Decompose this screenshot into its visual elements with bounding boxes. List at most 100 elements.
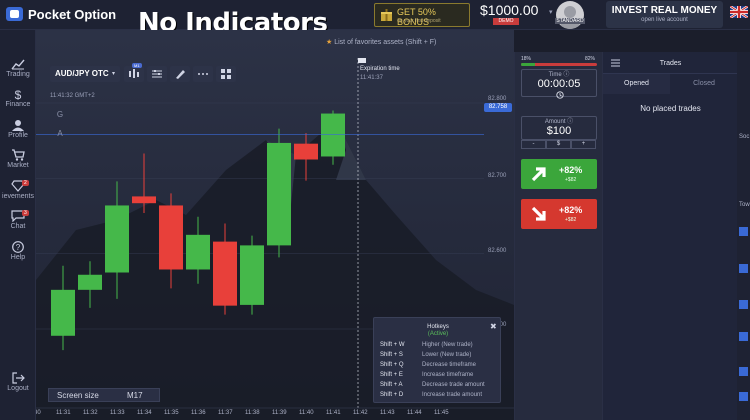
sidebar-item-label: Market — [7, 162, 29, 169]
amount-value: $100 — [546, 125, 572, 137]
hotkey-action: Decrease trade amount — [422, 382, 485, 388]
user-icon — [12, 120, 24, 131]
expiration-time: 11:41:37 — [360, 75, 383, 81]
time-field[interactable]: Time ⓘ 00:00:05 — [521, 69, 597, 99]
avatar[interactable] — [556, 1, 584, 29]
time-tick: 30 — [36, 410, 41, 416]
sidebar-item-trading[interactable]: Trading — [0, 58, 36, 78]
top-bar: Pocket Option No Indicators GET 50% BONU… — [0, 0, 750, 38]
time-tick: 11:40 — [299, 410, 314, 416]
favorites-hint-text: List of favorites assets (Shift + F) — [334, 39, 437, 46]
expiration-label: Expiration time — [360, 66, 400, 72]
hotkeys-status: (Active) — [427, 331, 449, 337]
amount-decrease-button[interactable]: - — [521, 140, 546, 149]
hotkey-action: Decrease timeframe — [422, 362, 477, 368]
close-icon[interactable]: ✖ — [490, 322, 497, 331]
hotkey-action: Increase timeframe — [422, 372, 474, 378]
sidebar-item-label: Help — [10, 254, 26, 261]
asset-selector-button[interactable]: AUD/JPY OTC ▾ — [50, 66, 120, 82]
amount-field[interactable]: Amount ⓘ $100 — [521, 116, 597, 140]
uk-flag-icon[interactable] — [730, 6, 748, 18]
lower-button[interactable]: +82% +$82 — [521, 199, 597, 229]
chart-tool-a[interactable]: A — [52, 126, 68, 142]
time-tick: 11:45 — [434, 410, 449, 416]
time-title: Time ⓘ — [548, 72, 570, 78]
favorites-hint[interactable]: ★ List of favorites assets (Shift + F) — [326, 38, 436, 46]
chat-badge: 3 — [22, 210, 29, 216]
time-tick: 11:42 — [353, 410, 368, 416]
sidebar-item-label: Profile — [8, 132, 28, 139]
candle-body — [294, 143, 318, 160]
lower-payout-amount: +$82 — [565, 217, 577, 223]
sidebar-item-label: Trading — [6, 71, 30, 78]
logout-button[interactable]: Logout — [0, 372, 36, 392]
layout-grid-button[interactable] — [216, 66, 236, 82]
account-type-label: STANDARD — [555, 18, 585, 24]
time-tick: 11:33 — [110, 410, 125, 416]
sidebar-item-profile[interactable]: Profile — [0, 119, 36, 139]
time-tick: 11:36 — [191, 410, 206, 416]
amount-currency-button[interactable]: $ — [546, 140, 571, 149]
chart-tool-g[interactable]: G — [52, 107, 68, 123]
edge-square — [739, 392, 748, 401]
drawing-tools-button[interactable] — [170, 66, 190, 82]
timeframe-button[interactable] — [124, 66, 144, 82]
bonus-subtitle: on your first deposit — [397, 18, 441, 24]
amount-controls: - $ + — [521, 140, 597, 149]
tab-closed[interactable]: Closed — [670, 74, 738, 94]
chart-icon — [11, 59, 25, 70]
trades-panel: Trades Opened Closed No placed trades — [602, 52, 738, 420]
candle-body — [51, 289, 75, 336]
invest-title: INVEST REAL MONEY — [611, 5, 718, 16]
hotkey-key: Shift + E — [380, 372, 403, 378]
hotkey-action: Lower (New trade) — [422, 352, 472, 358]
time-tick: 11:34 — [137, 410, 152, 416]
sidebar-item-label: ievements — [2, 193, 34, 200]
logout-label: Logout — [7, 385, 29, 392]
time-tick: 11:32 — [83, 410, 98, 416]
edge-label: Soc — [739, 134, 750, 140]
sidebar-item-chat[interactable]: 3 Chat — [0, 210, 36, 230]
sidebar-item-label: Finance — [5, 101, 31, 108]
expiration-flag-icon — [358, 58, 366, 63]
sidebar-item-label: Chat — [10, 223, 26, 230]
bonus-title: GET 50% BONUS — [397, 7, 436, 27]
time-tick: 11:35 — [164, 410, 179, 416]
chart-area[interactable]: ★ List of favorites assets (Shift + F) A… — [36, 30, 514, 420]
dollar-icon: $ — [15, 88, 22, 100]
trade-panel: 18% 82% Time ⓘ 00:00:05 Amount ⓘ $100 - … — [514, 52, 602, 420]
time-tick: 11:44 — [407, 410, 422, 416]
candle-body — [267, 142, 291, 246]
amount-increase-button[interactable]: + — [571, 140, 596, 149]
current-price-tag: 82.758 — [484, 103, 512, 112]
sidebar-item-finance[interactable]: $ Finance — [0, 88, 36, 108]
hotkey-action: Higher (New trade) — [422, 342, 473, 348]
invest-real-money-button[interactable]: INVEST REAL MONEY open live account — [606, 1, 723, 28]
hotkey-key: Shift + W — [380, 342, 405, 348]
edge-square — [739, 300, 748, 309]
svg-text:?: ? — [16, 243, 21, 252]
sidebar-item-help[interactable]: ? Help — [0, 241, 36, 261]
pencil-icon — [176, 70, 185, 79]
more-button[interactable] — [193, 66, 213, 82]
sentiment-fill — [521, 63, 535, 66]
price-axis-label: 82.600 — [488, 248, 507, 254]
hotkeys-title: Hotkeys — [427, 324, 449, 330]
bonus-button[interactable]: GET 50% BONUS on your first deposit — [374, 3, 470, 27]
hotkeys-panel: Hotkeys (Active) ✖ Shift + W Higher (New… — [373, 317, 501, 403]
time-tick: 11:41 — [326, 410, 341, 416]
hotkey-key: Shift + A — [380, 382, 403, 388]
empty-state-text: No placed trades — [640, 104, 701, 113]
sidebar-item-market[interactable]: Market — [0, 149, 36, 169]
chart-settings-button[interactable] — [147, 66, 167, 82]
invest-subtitle: open live account — [641, 17, 688, 23]
tab-opened[interactable]: Opened — [603, 74, 670, 94]
star-icon: ★ — [326, 39, 333, 46]
chevron-down-icon[interactable]: ▾ — [549, 8, 553, 16]
balance-value[interactable]: $1000.00 — [480, 2, 538, 18]
screen-size-selector[interactable]: Screen size M17 — [48, 388, 160, 402]
achievements-badge: 2 — [22, 180, 29, 186]
sidebar-item-achievements[interactable]: 2 ievements — [0, 180, 36, 200]
edge-label: Tow — [739, 202, 750, 208]
higher-button[interactable]: +82% +$82 — [521, 159, 597, 189]
